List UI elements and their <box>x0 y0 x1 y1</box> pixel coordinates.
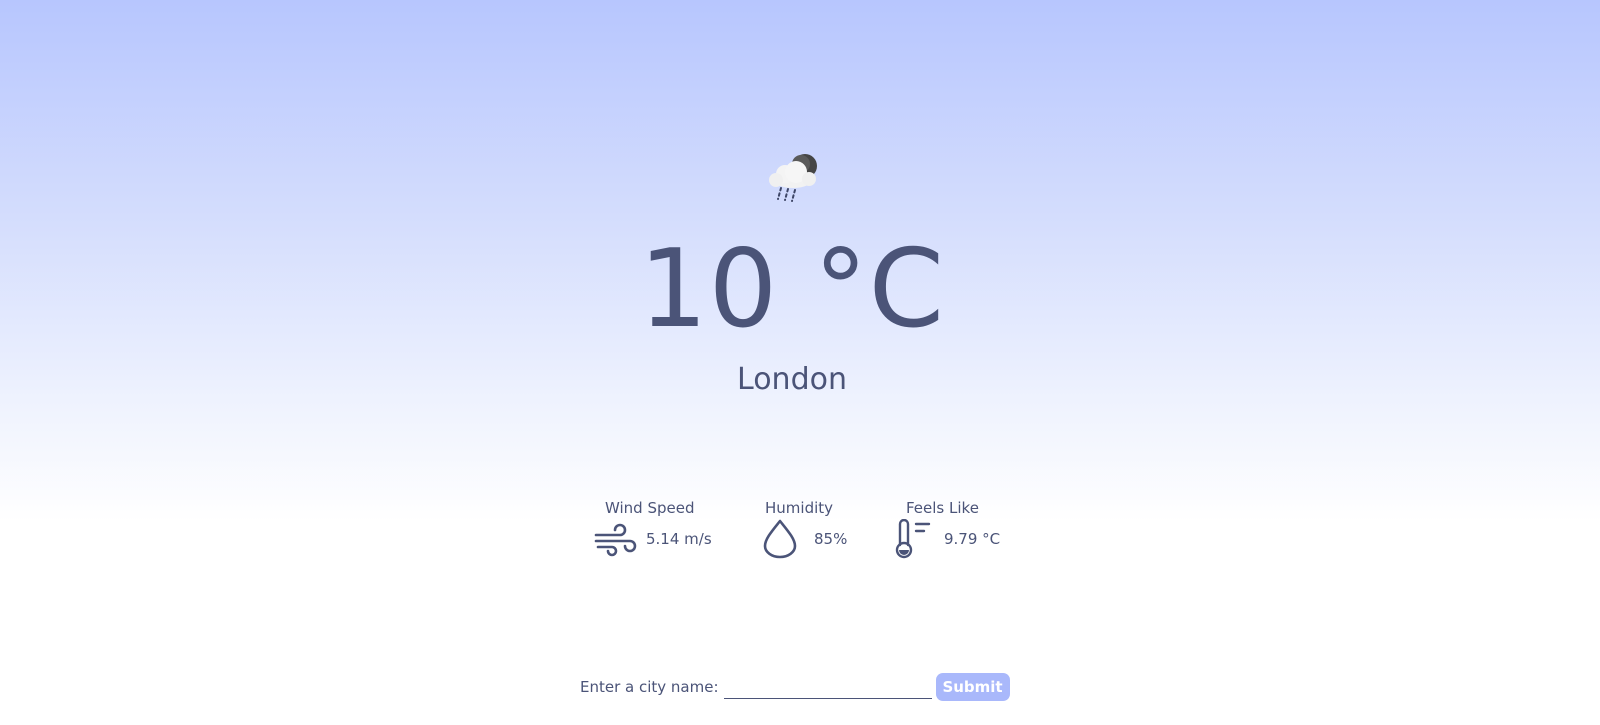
city-input[interactable] <box>723 675 932 699</box>
wind-speed-value: 5.14 m/s <box>646 530 712 548</box>
cloud-moon-rain-icon <box>765 150 823 208</box>
city-input-label: Enter a city name: <box>580 678 719 696</box>
humidity-label: Humidity <box>765 499 834 517</box>
humidity-value: 85% <box>814 530 848 548</box>
wind-icon <box>594 519 638 559</box>
wind-speed-label: Wind Speed <box>605 499 695 517</box>
feels-like-row: 9.79 °C <box>892 518 1001 559</box>
thermometer-icon <box>892 518 936 559</box>
submit-button[interactable]: Submit <box>935 673 1010 701</box>
wind-speed-row: 5.14 m/s <box>594 519 712 559</box>
droplet-icon <box>762 519 806 559</box>
feels-like-value: 9.79 °C <box>944 530 1001 548</box>
feels-like-label: Feels Like <box>906 499 979 517</box>
weather-stats: Wind Speed 5.14 m/s Humidity 85% Feels L… <box>0 499 1584 569</box>
city-search-form: Enter a city name: Submit <box>580 672 1010 702</box>
temperature-value: 10 °C <box>638 227 946 352</box>
city-name: London <box>737 362 847 397</box>
humidity-row: 85% <box>762 519 847 559</box>
